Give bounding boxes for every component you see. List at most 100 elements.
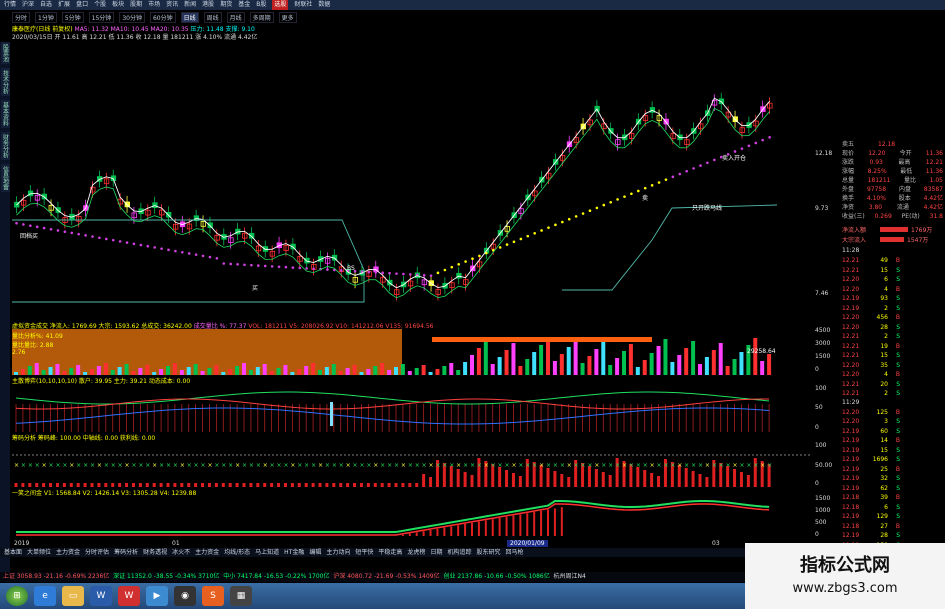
ie-icon[interactable]: e xyxy=(34,586,56,606)
indicator-tab-19[interactable]: 回马枪 xyxy=(505,548,523,557)
folder-icon[interactable]: ▭ xyxy=(62,586,84,606)
tick-row: 12.19 14 B xyxy=(842,437,900,444)
menu-item-15[interactable]: 选股 xyxy=(272,0,289,10)
vol-bar xyxy=(166,366,170,375)
app-icon[interactable]: ▦ xyxy=(230,586,252,606)
chip-chart[interactable]: × × × × × × × × × × × × × × × × × × × × × × × × × × × × × × × × × × × × × × × ×… xyxy=(12,441,812,487)
indicator-tab-8[interactable]: 均线/形态 xyxy=(224,548,250,557)
chip-bar xyxy=(601,472,605,487)
menu-item-0[interactable]: 行情 xyxy=(4,0,16,10)
menu-item-13[interactable]: 基金 xyxy=(238,0,250,10)
timeframe-tab-6[interactable]: 日线 xyxy=(180,12,199,23)
indicator-tab-3[interactable]: 分时评估 xyxy=(85,548,109,557)
menu-item-11[interactable]: 港股 xyxy=(202,0,214,10)
macd-chart[interactable] xyxy=(12,496,812,540)
indicator-tab-15[interactable]: 龙虎榜 xyxy=(407,548,425,557)
ma-line xyxy=(16,97,770,289)
indicator-tab-5[interactable]: 财务透视 xyxy=(143,548,167,557)
wps-icon[interactable]: W xyxy=(118,586,140,606)
qq-icon[interactable]: ◉ xyxy=(174,586,196,606)
vol-axis-1: 4500 xyxy=(815,327,831,334)
menu-item-9[interactable]: 资讯 xyxy=(166,0,178,10)
timeframe-tab-2[interactable]: 5分钟 xyxy=(61,12,84,23)
indicator-tab-9[interactable]: 马上知道 xyxy=(255,548,279,557)
menu-item-12[interactable]: 期货 xyxy=(220,0,232,10)
timeframe-tab-7[interactable]: 周线 xyxy=(203,12,222,23)
menu-item-6[interactable]: 板块 xyxy=(112,0,124,10)
side-tab-1[interactable]: 股票池 xyxy=(0,42,10,64)
side-tab-3[interactable]: 基本资料 xyxy=(0,100,10,128)
indicator-tab-7[interactable]: 主力资金 xyxy=(195,548,219,557)
indicator-tab-10[interactable]: HT金融 xyxy=(284,548,304,557)
vol-bar xyxy=(628,344,633,375)
vol-bar xyxy=(172,363,177,375)
indicator-tab-17[interactable]: 机构追踪 xyxy=(447,548,471,557)
side-tab-4[interactable]: 财务分析 xyxy=(0,132,10,160)
menu-item-3[interactable]: 扩展 xyxy=(58,0,70,10)
indicator-tab-0[interactable]: 基本面 xyxy=(4,548,22,557)
timeframe-tab-4[interactable]: 30分钟 xyxy=(119,12,145,23)
vol-bar xyxy=(242,363,246,375)
menu-item-2[interactable]: 自选 xyxy=(40,0,52,10)
status-zx: 中小 7417.84 -16.53 -0.22% 1700亿 xyxy=(223,573,330,580)
chip-mark: × xyxy=(435,462,440,469)
menu-item-7[interactable]: 股期 xyxy=(130,0,142,10)
indicator-tab-13[interactable]: 短平快 xyxy=(355,548,373,557)
menu-item-16[interactable]: 财联社 xyxy=(294,0,312,10)
trend-dot xyxy=(685,169,688,173)
date-4: 03 xyxy=(712,540,720,547)
tick-row: 12.19 62 S xyxy=(842,484,900,492)
media-icon[interactable]: ▶ xyxy=(146,586,168,606)
chip-bar xyxy=(422,474,426,487)
menu-item-17[interactable]: 数据 xyxy=(318,0,330,10)
indicator-tab-6[interactable]: 冰火不 xyxy=(172,548,190,557)
tick-row: 12.19 28 S xyxy=(842,532,900,539)
vol-bar xyxy=(276,368,281,375)
indicator-tab-14[interactable]: 平稳走高 xyxy=(378,548,402,557)
menu-item-1[interactable]: 沪深 xyxy=(22,0,34,10)
side-tab-2[interactable]: 技术分析 xyxy=(0,68,10,96)
timeframe-tab-8[interactable]: 月线 xyxy=(226,12,245,23)
side-tab-5[interactable]: 信息地雷 xyxy=(0,164,10,192)
vol-bar xyxy=(76,365,81,375)
vol-bar xyxy=(580,363,585,375)
chip-mark: × xyxy=(49,462,54,469)
timeframe-tab-3[interactable]: 15分钟 xyxy=(88,12,115,23)
trend-dot xyxy=(740,147,744,150)
vol-bar xyxy=(373,366,378,375)
indicator-tab-1[interactable]: 大单频位 xyxy=(27,548,51,557)
candlestick-chart[interactable]: 回档买 BS 买 卖只开跌马线 卖入开仓 xyxy=(12,40,812,320)
indicator-tab-18[interactable]: 股东研究 xyxy=(476,548,500,557)
menu-item-14[interactable]: B股 xyxy=(256,0,266,10)
menu-item-5[interactable]: 个股 xyxy=(94,0,106,10)
tick-row: 12.19 129 S xyxy=(842,513,900,520)
chip-bar xyxy=(567,477,571,487)
vol-bar xyxy=(470,355,474,375)
vol-bar xyxy=(297,369,302,375)
menu-item-4[interactable]: 盘口 xyxy=(76,0,88,10)
sogou-icon[interactable]: S xyxy=(202,586,224,606)
vol-bar xyxy=(124,364,129,375)
indicator-tab-2[interactable]: 主力资金 xyxy=(56,548,80,557)
indicator-tab-11[interactable]: 编辑 xyxy=(309,548,321,557)
timeframe-tab-1[interactable]: 1分钟 xyxy=(35,12,57,23)
timeframe-tab-0[interactable]: 分时 xyxy=(12,12,31,23)
indicator-tab-16[interactable]: 日期 xyxy=(430,548,442,557)
chip-mark: × xyxy=(712,462,717,469)
indicator-tab-12[interactable]: 主力动向 xyxy=(326,548,350,557)
timeframe-tab-10[interactable]: 更多 xyxy=(278,12,297,23)
chip-mark: × xyxy=(311,462,316,469)
word-icon[interactable]: W xyxy=(90,586,112,606)
menu-item-10[interactable]: 新闻 xyxy=(184,0,196,10)
timeframe-tab-5[interactable]: 60分钟 xyxy=(149,12,176,23)
timeframe-tab-9[interactable]: 多周期 xyxy=(249,12,274,23)
start-orb-icon[interactable]: ⊞ xyxy=(6,586,28,606)
menu-item-8[interactable]: 市场 xyxy=(148,0,160,10)
trend-dot xyxy=(422,273,426,277)
vol-bar xyxy=(539,345,544,375)
chip-bar xyxy=(560,474,564,487)
indicator-tab-4[interactable]: 筹码分析 xyxy=(114,548,138,557)
volume-chart[interactable]: 29258.64 xyxy=(12,329,812,375)
chart-annotation: 只开跌马线 xyxy=(692,204,722,212)
oscillator-chart[interactable] xyxy=(12,384,812,432)
